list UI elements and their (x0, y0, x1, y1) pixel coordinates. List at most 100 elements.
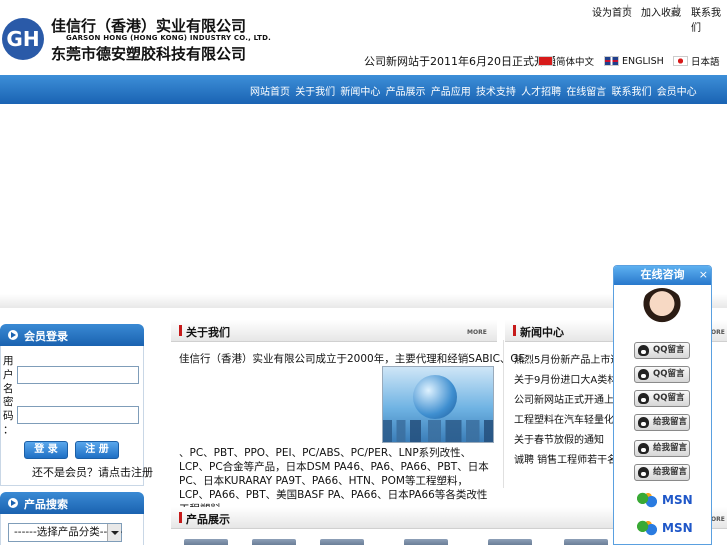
username-input[interactable] (17, 366, 139, 384)
search-panel-title: 产品搜索 (24, 498, 68, 511)
news-item[interactable]: 诚聘 销售工程师若干名 (514, 451, 626, 471)
password-label: 码 (3, 410, 14, 422)
company-name-en: GARSON HONG (HONG KONG) INDUSTRY CO., LT… (66, 34, 271, 42)
company-logo[interactable]: GH (2, 18, 44, 60)
login-panel-title: 会员登录 (24, 330, 68, 343)
service-title: 在线咨询 (614, 266, 711, 285)
lang-english[interactable]: ENGLISH (604, 55, 664, 67)
online-service-panel: 在线咨询 × QQ留言 QQ留言 QQ留言 给我留言 给我留言 给我留言 MSN… (613, 265, 712, 545)
password-label: 密 (3, 396, 14, 408)
title-marker (179, 325, 182, 336)
qq-icon (638, 369, 649, 380)
title-marker (513, 325, 516, 336)
news-item[interactable]: 关于春节放假的通知 (514, 431, 626, 451)
username-label: 户 (3, 369, 14, 381)
lang-chinese[interactable]: 简体中文 (538, 55, 595, 68)
about-more-link[interactable]: MORE (467, 329, 487, 336)
news-list: 热烈5月份新产品上市通知公告 关于9月份进口大A类材料价格调整的通知 公司新网站… (514, 351, 626, 471)
category-select[interactable]: ------选择产品分类------ (8, 523, 122, 542)
about-title: 关于我们 (186, 326, 230, 339)
nav-item-contact[interactable]: 联系我们 (612, 87, 652, 98)
company-name-cn: 佳信行（香港）实业有限公司 (51, 17, 247, 35)
qq-message-button[interactable]: QQ留言 (634, 342, 690, 359)
msn-button[interactable]: MSN (634, 518, 694, 538)
uk-flag-icon (604, 56, 619, 66)
lang-label: 简体中文 (556, 57, 595, 68)
msn-icon (636, 520, 658, 536)
news-item[interactable]: 公司新网站正式开通上线运行 (514, 391, 626, 411)
msn-icon (636, 492, 658, 508)
close-icon[interactable]: × (699, 268, 708, 282)
main-nav: 网站首页 关于我们 新闻中心 产品展示 产品应用 技术支持 人才招聘 在线留言 … (0, 75, 727, 104)
product-thumbnail[interactable] (488, 539, 532, 545)
leave-message-button[interactable]: 给我留言 (634, 440, 690, 457)
news-title: 新闻中心 (520, 326, 564, 339)
news-item[interactable]: 热烈5月份新产品上市通知公告 (514, 351, 626, 371)
lang-label: ENGLISH (622, 55, 664, 67)
about-intro: 佳信行（香港）实业有限公司成立于2000年，主要代理和经销SABIC、GE (179, 353, 526, 365)
top-link-favorite[interactable]: 加入收藏 (641, 4, 681, 19)
username-label: 用 (3, 355, 14, 367)
divider: | (626, 4, 630, 15)
leave-message-button[interactable]: 给我留言 (634, 464, 690, 481)
product-thumbnail[interactable] (252, 539, 296, 545)
product-thumbnail[interactable] (320, 539, 364, 545)
title-marker (179, 512, 182, 523)
nav-item-products[interactable]: 产品展示 (386, 87, 426, 98)
search-panel-header: 产品搜索 (0, 492, 144, 514)
qq-button-label: QQ留言 (653, 369, 685, 379)
nav-item-member[interactable]: 会员中心 (657, 87, 697, 98)
lang-label: 日本語 (691, 57, 720, 68)
password-label: ： (3, 424, 14, 436)
register-button[interactable]: 注 册 (75, 441, 119, 459)
qq-message-button[interactable]: QQ留言 (634, 390, 690, 407)
leave-message-button[interactable]: 给我留言 (634, 414, 690, 431)
qq-icon (638, 443, 649, 454)
message-button-label: 给我留言 (653, 417, 688, 427)
nav-item-applications[interactable]: 产品应用 (431, 87, 471, 98)
nav-item-home[interactable]: 网站首页 (250, 87, 290, 98)
product-thumbnail[interactable] (184, 539, 228, 545)
nav-item-support[interactable]: 技术支持 (476, 87, 516, 98)
msn-button[interactable]: MSN (634, 490, 694, 510)
qq-button-label: QQ留言 (653, 345, 685, 355)
register-link[interactable]: 还不是会员？请点击注册 (32, 464, 153, 480)
password-input[interactable] (17, 406, 139, 424)
nav-item-about[interactable]: 关于我们 (295, 87, 335, 98)
msn-label: MSN (662, 493, 693, 507)
login-button[interactable]: 登 录 (24, 441, 68, 459)
divider: | (676, 4, 680, 15)
message-button-label: 给我留言 (653, 443, 688, 453)
about-header: 关于我们 MORE (171, 320, 497, 342)
nav-item-news[interactable]: 新闻中心 (340, 87, 380, 98)
qq-message-button[interactable]: QQ留言 (634, 366, 690, 383)
lang-japanese[interactable]: 日本語 (673, 55, 720, 68)
qq-icon (638, 393, 649, 404)
news-item[interactable]: 工程塑料在汽车轻量化中的应用前景分析 (514, 411, 626, 431)
globe-icon (413, 375, 457, 419)
cn-flag-icon (538, 56, 553, 66)
jp-flag-icon (673, 56, 688, 66)
login-panel-header: 会员登录 (0, 324, 144, 346)
chevron-down-icon[interactable] (107, 524, 121, 541)
qq-button-label: QQ留言 (653, 393, 685, 403)
qq-icon (638, 467, 649, 478)
city-skyline (383, 420, 493, 442)
arrow-icon (8, 330, 18, 340)
message-button-label: 给我留言 (653, 467, 688, 477)
top-links: 设为首页 | 加入收藏 | 联系我们 (580, 4, 727, 34)
site-announcement: 公司新网站于2011年6月20日正式开通 (364, 55, 556, 68)
top-link-contact[interactable]: 联系我们 (691, 4, 727, 34)
divider (503, 340, 504, 488)
nav-item-jobs[interactable]: 人才招聘 (521, 87, 561, 98)
qq-icon (638, 417, 649, 428)
news-item[interactable]: 关于9月份进口大A类材料价格调整的通知 (514, 371, 626, 391)
product-thumbnail[interactable] (564, 539, 608, 545)
arrow-icon (8, 498, 18, 508)
company-name-cn-2: 东莞市德安塑胶科技有限公司 (51, 45, 247, 63)
msn-label: MSN (662, 521, 693, 535)
product-thumbnail[interactable] (404, 539, 448, 545)
nav-item-message[interactable]: 在线留言 (566, 87, 606, 98)
qq-icon (638, 345, 649, 356)
page: GH 佳信行（香港）实业有限公司 GARSON HONG (HONG KONG)… (0, 0, 727, 545)
